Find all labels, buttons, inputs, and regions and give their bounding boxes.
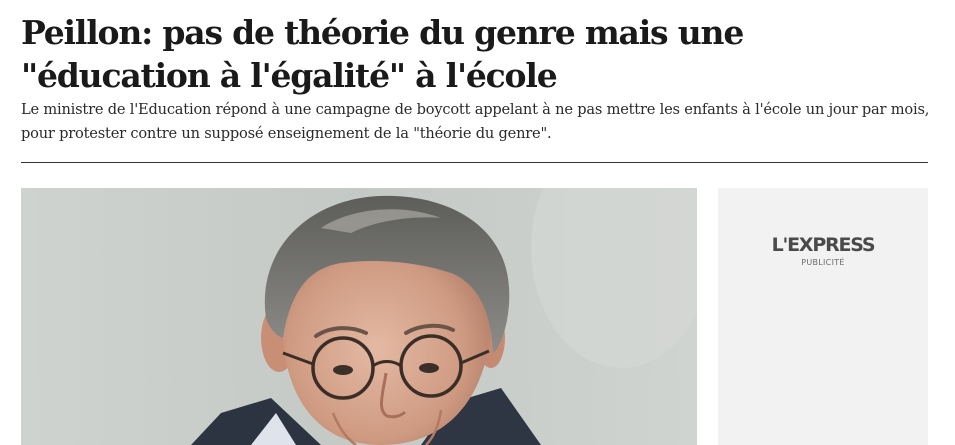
article-lead: Le ministre de l'Education répond à une … — [21, 101, 930, 142]
lexpress-logo: L'EXPRESS — [771, 234, 876, 256]
article-page: Peillon: pas de théorie du genre mais un… — [0, 0, 955, 445]
article-title: Peillon: pas de théorie du genre mais un… — [21, 13, 744, 95]
advertisement-panel[interactable]: L'EXPRESS PUBLICITÉ — [718, 188, 928, 445]
advertisement-label: PUBLICITÉ — [801, 258, 845, 267]
header-divider — [21, 162, 928, 163]
article-photo[interactable] — [21, 188, 697, 445]
portrait-illustration — [21, 188, 697, 445]
